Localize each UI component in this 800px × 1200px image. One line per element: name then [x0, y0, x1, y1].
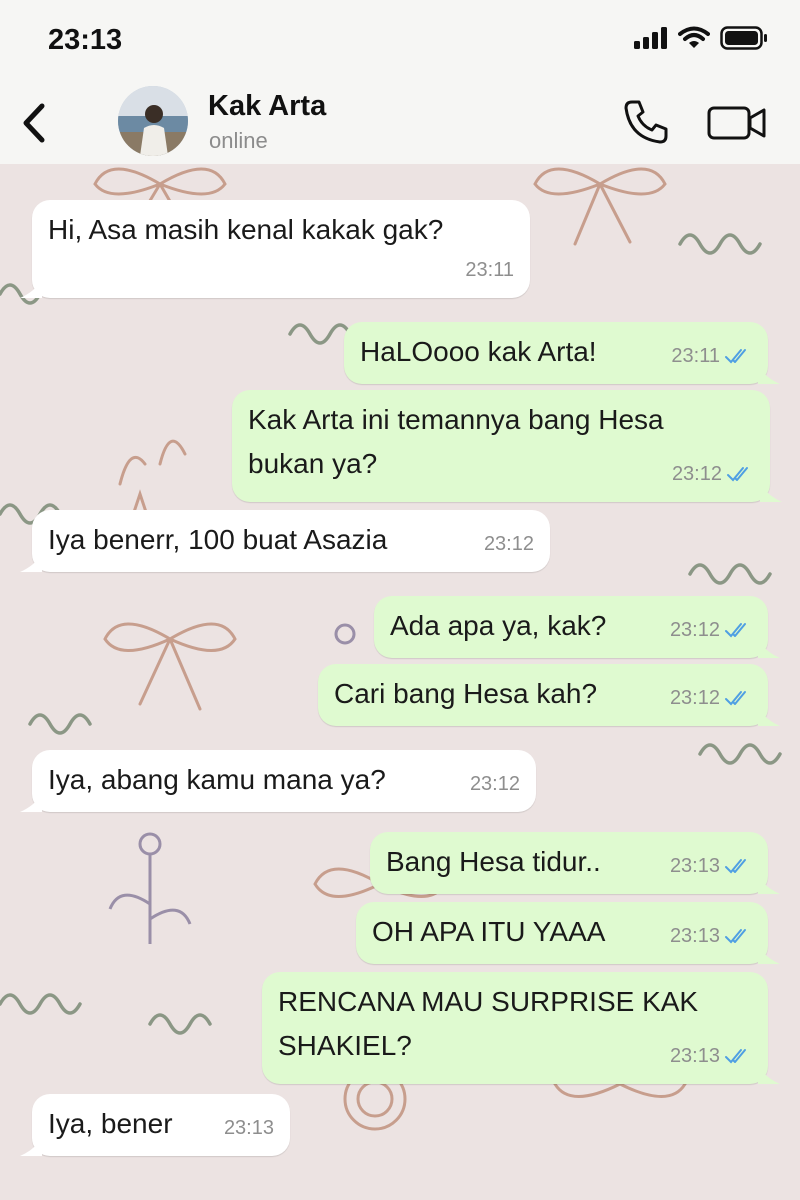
message-meta: 23:13	[670, 1036, 752, 1076]
message-text: OH APA ITU YAAA	[372, 916, 606, 947]
message-text: HaLOooo kak Arta!	[360, 336, 597, 367]
message-text: Hi, Asa masih kenal kakak gak?	[48, 214, 444, 245]
read-ticks-icon	[725, 929, 746, 944]
battery-icon	[720, 26, 767, 50]
message-text: Cari bang Hesa kah?	[334, 678, 598, 709]
incoming-message[interactable]: Iya, bener 23:13	[20, 1094, 290, 1156]
message-time: 23:13	[669, 855, 720, 877]
message-time: 23:12	[469, 773, 520, 795]
status-time: 23:13	[48, 24, 123, 56]
bubble-tail	[20, 280, 42, 298]
message-time: 23:13	[223, 1117, 274, 1139]
message-time: 23:11	[671, 345, 720, 367]
bubble-tail	[20, 794, 42, 812]
message-meta: 23:13	[670, 916, 752, 956]
message-meta: 23:13	[224, 1108, 274, 1148]
phone-icon[interactable]	[620, 96, 672, 148]
message-meta: 23:12	[670, 610, 752, 650]
message-text: Iya, abang kamu mana ya?	[48, 764, 386, 795]
read-ticks-icon	[725, 349, 746, 364]
read-ticks-icon	[725, 691, 746, 706]
avatar[interactable]	[118, 86, 188, 156]
status-bar: 23:13	[0, 0, 800, 82]
read-ticks-icon	[727, 467, 748, 482]
contact-status: online	[209, 128, 268, 153]
message-meta: 23:13	[670, 846, 752, 886]
outgoing-message[interactable]: Kak Arta ini temannya bang Hesa bukan ya?…	[232, 390, 782, 502]
message-text: Bang Hesa tidur..	[386, 846, 601, 877]
status-icons	[634, 26, 768, 50]
message-text: Iya, bener	[48, 1108, 173, 1139]
message-time: 23:12	[669, 687, 720, 709]
chevron-left-icon[interactable]	[16, 100, 52, 146]
read-ticks-icon	[725, 1049, 746, 1064]
outgoing-message[interactable]: Cari bang Hesa kah? 23:12	[318, 664, 780, 726]
read-ticks-icon	[725, 623, 746, 638]
read-ticks-icon	[725, 859, 746, 874]
message-time: 23:13	[669, 925, 720, 947]
message-meta: 23:11	[671, 336, 752, 376]
bubble-tail	[20, 1138, 42, 1156]
incoming-message[interactable]: Iya, abang kamu mana ya? 23:12	[20, 750, 536, 812]
message-time: 23:12	[671, 463, 722, 485]
message-time: 23:12	[669, 619, 720, 641]
chat-header: Kak Arta online	[0, 82, 800, 164]
message-meta: 23:12	[672, 454, 754, 494]
message-meta: 23:12	[484, 524, 534, 564]
incoming-message[interactable]: Hi, Asa masih kenal kakak gak? 23:11	[20, 200, 530, 298]
bubble-tail	[20, 554, 42, 572]
outgoing-message[interactable]: Ada apa ya, kak? 23:12	[374, 596, 780, 658]
outgoing-message[interactable]: OH APA ITU YAAA 23:13	[356, 902, 780, 964]
incoming-message[interactable]: Iya benerr, 100 buat Asazia 23:12	[20, 510, 550, 572]
bubble-tail	[758, 946, 780, 964]
signal-icon	[634, 27, 667, 49]
message-text: RENCANA MAU SURPRISE KAK	[278, 986, 699, 1017]
outgoing-message[interactable]: RENCANA MAU SURPRISE KAK SHAKIEL? 23:13	[262, 972, 780, 1084]
outgoing-message[interactable]: HaLOooo kak Arta! 23:11	[344, 322, 780, 384]
outgoing-message[interactable]: Bang Hesa tidur.. 23:13	[370, 832, 780, 894]
message-meta: 23:11	[465, 250, 514, 290]
bubble-tail	[758, 640, 780, 658]
message-time: 23:13	[669, 1045, 720, 1067]
message-time: 23:11	[465, 259, 514, 281]
bubble-tail	[758, 876, 780, 894]
bubble-tail	[758, 1066, 780, 1084]
message-text: Iya benerr, 100 buat Asazia	[48, 524, 388, 555]
message-meta: 23:12	[670, 678, 752, 718]
wifi-icon	[678, 26, 710, 48]
bubble-tail	[760, 484, 782, 502]
bubble-tail	[758, 366, 780, 384]
message-text: bukan ya?	[248, 448, 378, 479]
message-meta: 23:12	[470, 764, 520, 804]
chat-area[interactable]: Hi, Asa masih kenal kakak gak? 23:11 HaLOo…	[0, 164, 800, 1200]
message-text: Kak Arta ini temannya bang Hesa	[248, 404, 664, 435]
bubble-tail	[758, 708, 780, 726]
message-text: Ada apa ya, kak?	[390, 610, 607, 641]
message-text: SHAKIEL?	[278, 1030, 412, 1061]
message-time: 23:12	[483, 533, 534, 555]
contact-name[interactable]: Kak Arta	[208, 90, 326, 123]
video-camera-icon[interactable]	[706, 100, 768, 146]
